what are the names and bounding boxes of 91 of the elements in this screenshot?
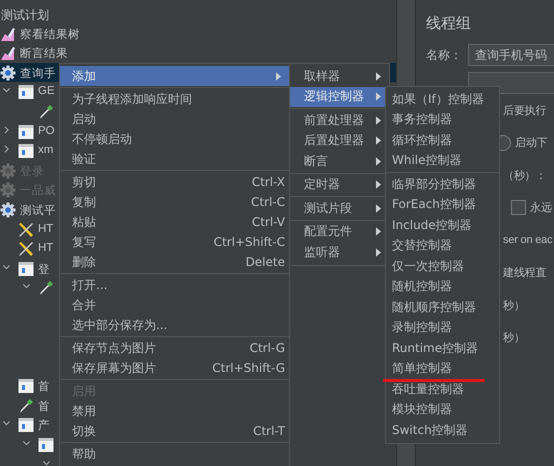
- menu-item[interactable]: 前置处理器: [290, 110, 389, 130]
- pipette-icon: [38, 280, 54, 296]
- form-label: ser on eac: [503, 234, 552, 246]
- menu-item[interactable]: Switch控制器: [386, 420, 499, 440]
- menu-item[interactable]: ForEach控制器: [386, 194, 499, 215]
- menu-item[interactable]: 如果（If）控制器: [386, 89, 499, 110]
- tools-icon: [18, 241, 34, 258]
- tree-item-label[interactable]: 断言结果: [20, 46, 68, 62]
- tree-item-label[interactable]: 测试计划: [1, 7, 49, 24]
- name-field[interactable]: 查询手机号码: [468, 44, 554, 66]
- tree-item-label[interactable]: HT: [38, 242, 54, 254]
- menu-item[interactable]: 剪切 Ctrl-X: [60, 172, 289, 192]
- chevron-down-icon[interactable]: [2, 262, 11, 271]
- form-label: 秒）: [503, 298, 525, 313]
- menu-item[interactable]: 定时器: [290, 174, 389, 195]
- menu-item[interactable]: 粘贴 Ctrl-V: [60, 212, 289, 232]
- menu-item[interactable]: 临界部分控制器: [386, 174, 499, 194]
- menu-item[interactable]: 禁用: [60, 401, 289, 421]
- menu-item[interactable]: 交替控制器: [386, 236, 499, 256]
- document-icon: [18, 124, 34, 140]
- tree-item-label[interactable]: HT: [38, 222, 54, 235]
- menu-item[interactable]: 测试片段: [290, 198, 389, 218]
- menu-item[interactable]: 保存节点为图片 Ctrl-G: [60, 338, 289, 358]
- menu-item[interactable]: 监听器: [290, 242, 389, 262]
- document-icon: [18, 417, 34, 434]
- menu-item[interactable]: 复制 Ctrl-C: [60, 192, 289, 212]
- menu-item[interactable]: 切换 Ctrl-T: [60, 421, 289, 441]
- menu-item[interactable]: 模块控制器: [386, 400, 499, 420]
- form-label: 永远: [530, 200, 552, 216]
- menu-item[interactable]: While控制器: [386, 150, 499, 171]
- menu-item[interactable]: 验证: [60, 149, 289, 169]
- chevron-right-icon[interactable]: [2, 145, 11, 154]
- menu-item[interactable]: 帮助: [60, 444, 289, 464]
- menu-item[interactable]: Runtime控制器: [386, 338, 499, 358]
- chevron-down-icon[interactable]: [2, 419, 11, 428]
- chevron-down-icon[interactable]: [2, 86, 11, 94]
- menu-item[interactable]: 事务控制器: [386, 110, 499, 130]
- chevron-right-icon[interactable]: [2, 126, 11, 134]
- menu-item[interactable]: 循环控制器: [386, 130, 499, 150]
- name-label: 名称：: [426, 46, 462, 64]
- panel-title: 线程组: [426, 14, 472, 34]
- tree-item-label[interactable]: xm: [38, 144, 54, 156]
- menu-item[interactable]: 启动: [60, 109, 289, 129]
- document-icon: [18, 378, 34, 394]
- menu-item[interactable]: 保存屏幕为图片 Ctrl+Shift-G: [60, 358, 289, 378]
- document-icon: [18, 84, 34, 100]
- menu-item[interactable]: 简单控制器: [386, 358, 499, 379]
- tree-item-label[interactable]: 测试平: [20, 202, 56, 218]
- menu-item[interactable]: 录制控制器: [386, 318, 499, 338]
- form-label: 启动下: [515, 136, 548, 150]
- menu-item[interactable]: 取样器: [290, 66, 389, 86]
- tree-item-label[interactable]: 查询手: [20, 66, 56, 81]
- chart-icon: [0, 26, 16, 42]
- menu-item[interactable]: 删除 Delete: [60, 252, 289, 272]
- menu-item[interactable]: 仅一次控制器: [386, 256, 499, 276]
- form-label: 秒）: [503, 331, 525, 346]
- menu-item[interactable]: 不停顿启动: [60, 129, 289, 149]
- form-label: 建线程直: [503, 266, 546, 280]
- tools-icon: [18, 222, 34, 238]
- tree-item-label[interactable]: 登: [38, 262, 50, 277]
- checkbox[interactable]: [511, 200, 526, 216]
- menu-item[interactable]: 后置处理器: [290, 130, 389, 151]
- menu-item[interactable]: 吞吐量控制器: [386, 379, 499, 400]
- menu-item[interactable]: 打开...: [60, 275, 289, 295]
- document-icon: [38, 437, 54, 454]
- pipette-icon: [18, 398, 34, 414]
- chevron-down-icon[interactable]: [42, 458, 51, 466]
- tree-item-label[interactable]: 首: [38, 379, 50, 394]
- menu-item[interactable]: 添加: [60, 66, 289, 86]
- menu-item[interactable]: 配置元件: [290, 222, 389, 242]
- tree-item-label[interactable]: 产: [38, 418, 50, 434]
- menu-item[interactable]: Include控制器: [386, 215, 499, 236]
- menu-item[interactable]: 随机控制器: [386, 276, 499, 297]
- document-icon: [18, 143, 34, 160]
- tree-item-label[interactable]: GE: [38, 85, 55, 98]
- menu-item[interactable]: 为子线程添加响应时间: [60, 89, 289, 109]
- tree-item-label[interactable]: PO: [38, 124, 55, 137]
- chart-icon: [0, 45, 16, 62]
- chevron-down-icon[interactable]: [22, 282, 31, 290]
- tree-item-label[interactable]: 首: [38, 398, 50, 414]
- menu-item[interactable]: 复写 Ctrl+Shift-C: [60, 232, 289, 252]
- tree-item-label[interactable]: 察看结果树: [20, 26, 80, 42]
- form-label: （秒）：: [503, 168, 546, 183]
- menu-item[interactable]: 随机顺序控制器: [386, 297, 499, 318]
- menu-item[interactable]: 选中部分保存为...: [60, 315, 289, 335]
- chevron-down-icon[interactable]: [22, 439, 31, 448]
- document-icon: [18, 260, 34, 277]
- menu-item[interactable]: 合并: [60, 295, 289, 315]
- pipette-icon: [38, 104, 54, 120]
- form-label: 后要执行: [503, 104, 546, 118]
- menu-item[interactable]: 断言: [290, 151, 389, 172]
